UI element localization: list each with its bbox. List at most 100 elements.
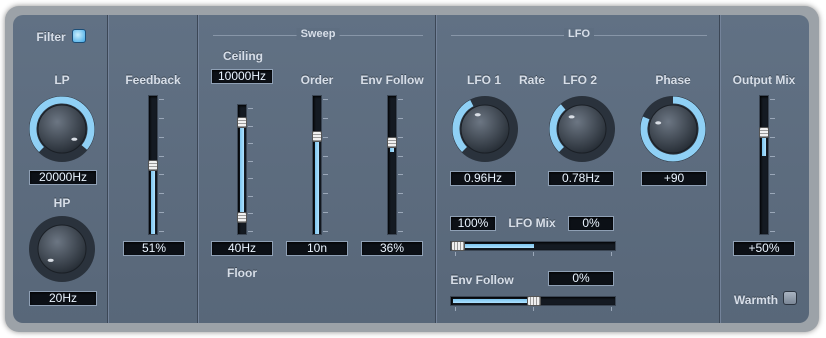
knob-lfo2-part — [557, 104, 607, 154]
slider-tick — [770, 99, 775, 100]
knob-lp-part — [71, 137, 78, 141]
slider-tick — [159, 231, 164, 232]
slider-tick — [323, 99, 328, 100]
hp-value-field[interactable]: 20Hz — [29, 291, 97, 306]
lfo-title: LFO — [564, 28, 594, 40]
order-value-field[interactable]: 10n — [286, 241, 348, 256]
floor-value-field[interactable]: 40Hz — [211, 241, 273, 256]
section-divider — [197, 15, 198, 323]
slider-track — [450, 296, 616, 306]
slider-track — [387, 95, 397, 235]
slider-tick — [159, 212, 164, 214]
slider-tick — [398, 212, 403, 214]
sweep-env-follow-slider[interactable] — [387, 95, 407, 235]
hp-knob[interactable] — [27, 214, 97, 284]
filter-label: Filter — [36, 30, 66, 44]
slider-tick — [770, 117, 775, 119]
order-slider[interactable] — [312, 95, 332, 235]
slider-tick — [398, 99, 403, 100]
lfo-mix-left-value[interactable]: 100% — [450, 216, 496, 231]
rate-label: Rate — [518, 73, 546, 87]
slider-thumb[interactable] — [148, 159, 158, 171]
slider-tick — [398, 193, 403, 195]
filter-toggle-button[interactable] — [72, 29, 86, 43]
slider-tick — [323, 193, 328, 195]
lfo-env-follow-label: Env Follow — [450, 273, 514, 287]
slider-tick — [323, 231, 328, 232]
slider-tick — [611, 252, 612, 256]
feedback-value-field[interactable]: 51% — [123, 241, 185, 256]
slider-tick — [533, 307, 534, 311]
lfo-env-follow-value-field[interactable]: 0% — [548, 271, 614, 286]
lfo-mix-right-value[interactable]: 0% — [568, 216, 614, 231]
slider-tick — [159, 136, 164, 138]
slider-fill — [461, 244, 534, 248]
slider-tick — [159, 193, 164, 195]
knob-phase-part — [655, 121, 662, 125]
lfo2-value-field[interactable]: 0.78Hz — [548, 171, 614, 186]
phase-label: Phase — [655, 73, 691, 87]
slider-track — [450, 241, 616, 251]
slider-fill — [453, 299, 534, 303]
lfo-env-follow-slider[interactable] — [450, 296, 616, 314]
slider-tick — [159, 155, 164, 157]
hp-label: HP — [53, 196, 71, 210]
slider-thumb[interactable] — [527, 296, 541, 306]
slider-thumb[interactable] — [451, 241, 465, 251]
phaser-plugin-panel: Filter LP 20000Hz HP 20Hz Feedback 51% S… — [13, 15, 809, 323]
slider-tick — [248, 231, 253, 232]
slider-tick — [398, 155, 403, 157]
ceiling-value-field[interactable]: 10000Hz — [211, 69, 273, 84]
slider-tick — [159, 117, 164, 119]
slider-tick — [611, 307, 612, 311]
slider-track — [237, 104, 247, 235]
warmth-toggle-button[interactable] — [783, 291, 797, 305]
knob-lfo1-part — [474, 113, 481, 117]
phase-knob[interactable] — [638, 94, 708, 164]
lfo2-rate-knob[interactable] — [547, 94, 617, 164]
slider-thumb[interactable] — [387, 136, 397, 148]
knob-phase-part — [648, 104, 698, 154]
slider-tick — [248, 108, 253, 109]
slider-tick — [770, 136, 775, 138]
section-divider — [435, 15, 436, 323]
output-mix-slider[interactable] — [759, 95, 779, 235]
sweep-env-follow-value-field[interactable]: 36% — [361, 241, 423, 256]
slider-tick — [398, 174, 403, 176]
slider-tick — [323, 155, 328, 157]
slider-tick — [398, 136, 403, 138]
lp-knob[interactable] — [27, 94, 97, 164]
slider-thumb[interactable] — [237, 212, 247, 224]
slider-fill — [240, 122, 244, 218]
lp-value-field[interactable]: 20000Hz — [29, 170, 97, 185]
slider-tick — [323, 174, 328, 176]
slider-tick — [248, 178, 253, 180]
slider-tick — [455, 307, 456, 311]
lfo-mix-label: LFO Mix — [508, 216, 556, 230]
lfo1-value-field[interactable]: 0.96Hz — [450, 171, 516, 186]
knob-hp-part — [47, 258, 54, 262]
slider-tick — [248, 213, 253, 215]
knob-lp-part — [37, 104, 87, 154]
slider-tick — [159, 99, 164, 100]
slider-tick — [770, 155, 775, 157]
slider-thumb[interactable] — [759, 127, 769, 138]
lfo-mix-slider[interactable] — [450, 241, 616, 259]
sweep-range-slider[interactable] — [237, 104, 257, 235]
lfo1-rate-knob[interactable] — [450, 94, 520, 164]
slider-tick — [455, 252, 456, 256]
slider-thumb[interactable] — [237, 117, 247, 129]
feedback-slider[interactable] — [148, 95, 168, 235]
slider-track — [148, 95, 158, 235]
slider-thumb[interactable] — [312, 131, 322, 143]
phase-value-field[interactable]: +90 — [641, 171, 707, 186]
knob-hp-part — [37, 224, 87, 274]
slider-track — [312, 95, 322, 235]
output-mix-label: Output Mix — [732, 73, 796, 87]
output-mix-value-field[interactable]: +50% — [733, 241, 795, 256]
lfo1-label: LFO 1 — [466, 73, 502, 87]
feedback-label: Feedback — [125, 73, 181, 87]
lp-label: LP — [54, 73, 70, 87]
lfo2-label: LFO 2 — [562, 73, 598, 87]
floor-label: Floor — [227, 266, 257, 280]
